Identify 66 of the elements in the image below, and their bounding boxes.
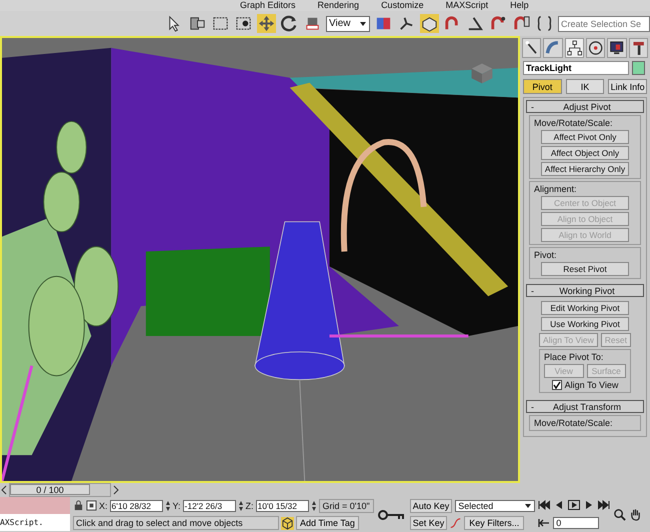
object-color-swatch[interactable]	[632, 61, 645, 75]
group-label: Place Pivot To:	[544, 352, 604, 362]
coordinate-field[interactable]: -12'2 26/3	[182, 500, 236, 512]
zoom-icon[interactable]	[613, 508, 626, 521]
rollout-header[interactable]: - Adjust Pivot	[526, 100, 644, 113]
tangent-curve-icon[interactable]	[450, 518, 462, 529]
go-to-end-icon[interactable]	[598, 500, 610, 510]
modify-tab-icon[interactable]	[543, 38, 563, 58]
lock-icon[interactable]	[73, 500, 84, 512]
rollout-button[interactable]: Reset Pivot	[541, 262, 629, 276]
key-mode-toggle-icon[interactable]	[538, 518, 550, 528]
checkbox-label: Align To View	[564, 380, 618, 390]
hierarchy-tab-icon[interactable]	[564, 38, 584, 58]
pan-hand-icon[interactable]	[629, 508, 642, 521]
caret-icon	[359, 20, 367, 28]
absolute-mode-icon[interactable]	[86, 500, 97, 512]
cube-icon[interactable]	[281, 516, 294, 530]
reference-coordinate-dropdown[interactable]: View	[326, 16, 370, 32]
time-slider-track[interactable]: 0 / 100	[9, 483, 111, 497]
key-filters-button[interactable]: Key Filters...	[464, 516, 524, 530]
group-label: Move/Rotate/Scale:	[534, 418, 614, 428]
rollout-button[interactable]: Affect Object Only	[541, 146, 629, 160]
create-tab-icon[interactable]	[522, 38, 542, 58]
axis-label: Z:	[246, 500, 254, 511]
menu-item[interactable]: MAXScript	[446, 0, 488, 11]
coordinate-field[interactable]: 6'10 28/32	[110, 500, 163, 512]
coordinate-field[interactable]: 10'0 15/32	[256, 500, 309, 512]
sub-panel-tab[interactable]: IK	[566, 79, 604, 94]
rotate-icon[interactable]	[280, 14, 299, 33]
current-frame-field[interactable]: 0	[553, 516, 600, 529]
rollout-button[interactable]: Edit Working Pivot	[541, 301, 629, 315]
sub-panel-tab[interactable]: Link Info	[608, 79, 648, 94]
object-name-field[interactable]: TrackLight	[523, 61, 629, 75]
status-prompt: Click and drag to select and move objects	[73, 516, 279, 530]
menu-item[interactable]: Rendering	[318, 0, 360, 11]
checkbox[interactable]	[552, 380, 562, 390]
group-label: Pivot:	[534, 250, 558, 260]
menu-item[interactable]: Help	[510, 0, 529, 11]
menu-item[interactable]: Customize	[381, 0, 424, 11]
maxscript-field[interactable]: AXScript.	[0, 514, 70, 531]
key-mode-dropdown[interactable]: Selected	[455, 500, 536, 512]
axis-label: Y:	[172, 500, 181, 511]
rollout-header[interactable]: - Working Pivot	[526, 284, 644, 297]
group-label: Move/Rotate/Scale:	[534, 118, 614, 128]
key-icon[interactable]	[376, 508, 407, 522]
rollout-button[interactable]: Affect Pivot Only	[541, 130, 629, 144]
caret-icon	[524, 502, 532, 510]
motion-tab-icon[interactable]	[586, 38, 606, 58]
rollout-button[interactable]: Affect Hierarchy Only	[541, 162, 629, 176]
menu-item[interactable]: Graph Editors	[240, 0, 296, 11]
axis-label: X:	[99, 500, 108, 511]
selection-set-field[interactable]: Create Selection Se	[558, 16, 650, 32]
grid-size-readout: Grid = 0'10"	[318, 498, 374, 513]
go-to-start-icon[interactable]	[538, 500, 550, 510]
display-tab-icon[interactable]	[607, 38, 627, 58]
hammer-icon[interactable]	[628, 38, 648, 58]
sub-panel-tab[interactable]: Pivot	[523, 79, 562, 94]
group-label: Alignment:	[534, 184, 578, 194]
rollout-header[interactable]: - Adjust Transform	[526, 400, 644, 413]
move-icon[interactable]	[257, 14, 276, 33]
auto-key-button[interactable]: Auto Key	[410, 498, 452, 513]
play-icon[interactable]	[568, 500, 580, 510]
set-key-button[interactable]: Set Key	[410, 516, 448, 530]
rollout-button[interactable]: Use Working Pivot	[541, 317, 629, 331]
time-slider-thumb[interactable]: 0 / 100	[10, 484, 90, 495]
add-time-tag-button[interactable]: Add Time Tag	[296, 516, 359, 530]
